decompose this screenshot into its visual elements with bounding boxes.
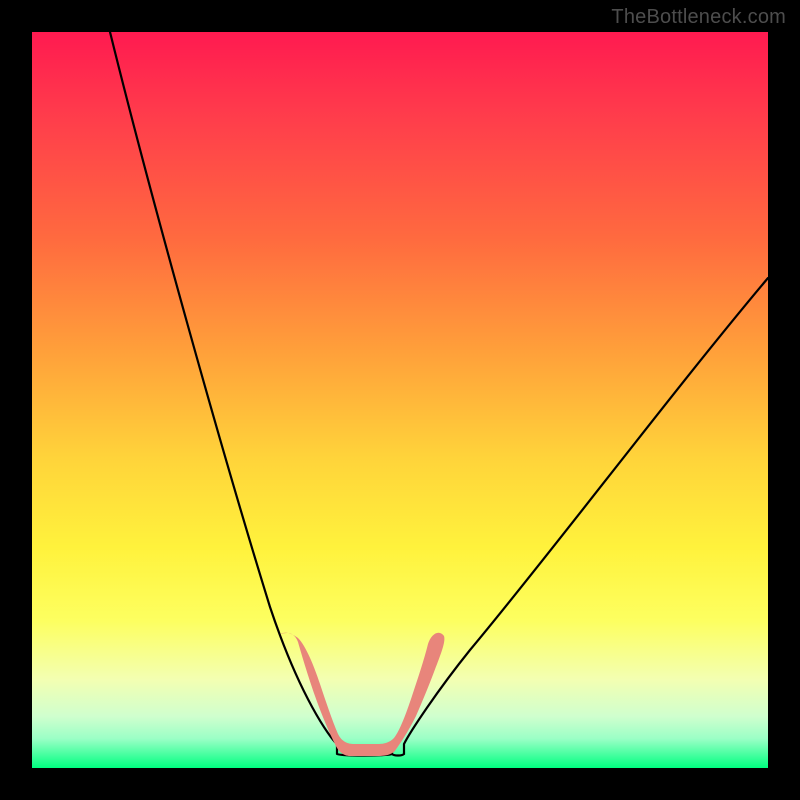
curve-left — [110, 32, 392, 756]
curve-right — [392, 278, 768, 756]
watermark-text: TheBottleneck.com — [611, 6, 786, 29]
plot-area — [32, 32, 768, 768]
chart-frame: TheBottleneck.com — [0, 0, 800, 800]
curves-layer — [32, 32, 768, 768]
